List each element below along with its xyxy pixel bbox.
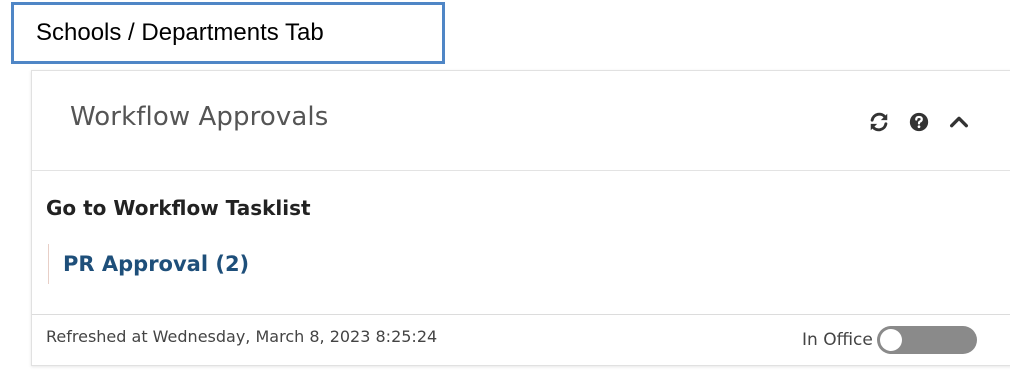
widget-header-actions <box>868 111 970 133</box>
widget-title: Workflow Approvals <box>70 102 329 132</box>
help-icon[interactable] <box>908 111 930 133</box>
chevron-up-icon[interactable] <box>948 111 970 133</box>
callout-label: Schools / Departments Tab <box>36 19 324 46</box>
schools-departments-tab-callout: Schools / Departments Tab <box>11 2 445 64</box>
pr-approval-link[interactable]: PR Approval (2) <box>63 252 249 276</box>
approval-list-item: PR Approval (2) <box>48 244 249 284</box>
in-office-label: In Office <box>802 330 873 350</box>
go-to-workflow-tasklist-link[interactable]: Go to Workflow Tasklist <box>46 196 311 220</box>
widget-footer: Refreshed at Wednesday, March 8, 2023 8:… <box>32 314 1010 366</box>
workflow-approvals-widget: Workflow Approvals Go to Workflow Taskli… <box>31 70 1010 366</box>
toggle-knob <box>879 329 902 351</box>
in-office-toggle[interactable] <box>876 326 977 354</box>
widget-body: Go to Workflow Tasklist PR Approval (2) <box>32 172 1010 314</box>
widget-header: Workflow Approvals <box>32 71 1010 171</box>
refreshed-timestamp: Refreshed at Wednesday, March 8, 2023 8:… <box>46 327 438 346</box>
refresh-icon[interactable] <box>868 111 890 133</box>
in-office-control: In Office <box>802 326 977 354</box>
